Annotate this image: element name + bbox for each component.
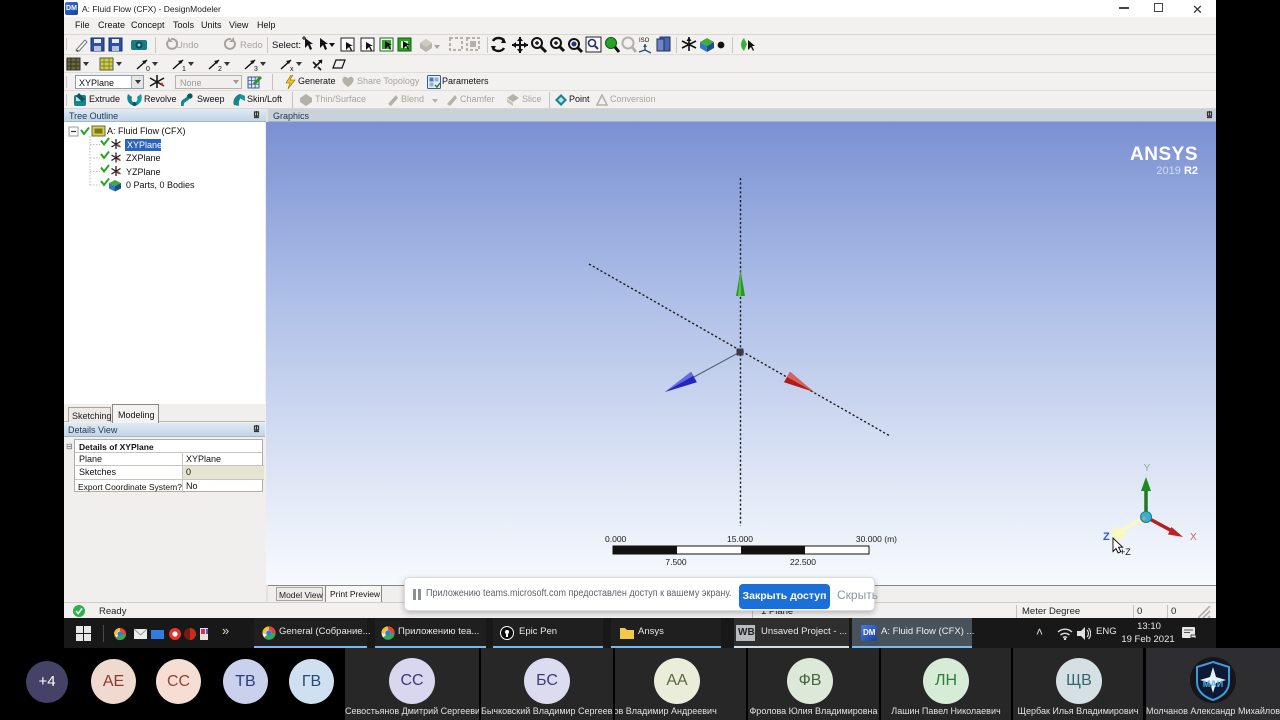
svg-text:0: 0 — [146, 66, 150, 73]
svg-text:x: x — [290, 66, 294, 73]
svg-text:Y: Y — [1144, 463, 1151, 474]
svg-text:МАИ: МАИ — [1203, 679, 1223, 689]
svg-text:ANSYS: ANSYS — [1130, 144, 1198, 165]
svg-text:Undo: Undo — [176, 40, 199, 51]
svg-text:7.500: 7.500 — [665, 557, 687, 567]
svg-text:2: 2 — [218, 66, 222, 73]
svg-text:0.000: 0.000 — [605, 534, 627, 544]
svg-text:ISO: ISO — [639, 38, 650, 44]
svg-text:+Z: +Z — [1120, 547, 1131, 557]
svg-text:2019 R2: 2019 R2 — [1156, 165, 1198, 177]
svg-text:15.000: 15.000 — [727, 534, 753, 544]
svg-text:30.000 (m): 30.000 (m) — [856, 534, 897, 544]
svg-text:Select:: Select: — [272, 40, 301, 51]
svg-text:X: X — [1190, 532, 1197, 543]
svg-text:Z: Z — [1103, 531, 1110, 543]
svg-text:Redo: Redo — [240, 40, 263, 51]
svg-text:3: 3 — [254, 66, 258, 73]
svg-text:22.500: 22.500 — [790, 557, 816, 567]
svg-text:1: 1 — [182, 66, 186, 73]
